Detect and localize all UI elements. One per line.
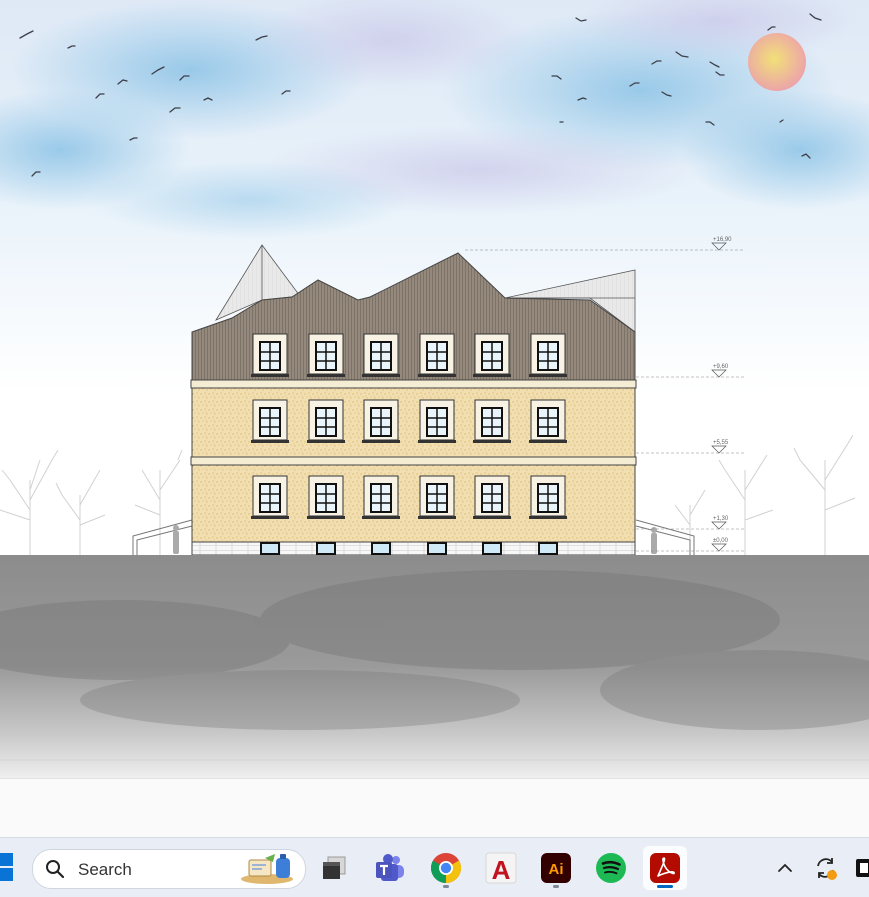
elevation-label: +9,60 (713, 364, 729, 370)
window (473, 475, 511, 519)
teams-button[interactable] (368, 846, 412, 890)
basement-window (316, 542, 336, 555)
basement-window (260, 542, 280, 555)
window (418, 475, 456, 519)
document-viewer[interactable]: +16,90 +9,60 +5,55 +1,30 ±0,00 (0, 0, 869, 778)
elevation-label: +16,90 (713, 237, 732, 243)
chevron-up-icon (778, 863, 792, 872)
window (473, 399, 511, 443)
autocad-icon: A (485, 852, 517, 884)
basement-window (427, 542, 447, 555)
search-label: Search (78, 860, 132, 879)
illustrator-glyph: Ai (549, 861, 564, 878)
sync-icon (817, 858, 837, 880)
window (418, 399, 456, 443)
illustrator-running-indicator (553, 885, 559, 888)
window (418, 333, 456, 377)
illustrator-icon: Ai (541, 853, 571, 883)
tray-app-button[interactable] (854, 856, 869, 880)
window (251, 399, 289, 443)
task-view-icon (323, 856, 346, 879)
windows-logo-icon (0, 853, 13, 881)
basement-window (371, 542, 391, 555)
chrome-running-indicator (443, 885, 449, 888)
search-highlight-icon (241, 854, 293, 884)
window (307, 475, 345, 519)
taskbar: Search A Ai (0, 837, 869, 897)
elevation-label: ±0,00 (713, 538, 729, 544)
window (529, 475, 567, 519)
illustrator-button[interactable]: Ai (534, 846, 578, 890)
window (362, 333, 400, 377)
elevation-label: +1,30 (713, 516, 729, 522)
basement-window (538, 542, 558, 555)
spotify-icon (596, 853, 626, 883)
search-icon (46, 860, 65, 879)
elevation-label: +5,55 (713, 440, 729, 446)
basement-window (482, 542, 502, 555)
spotify-button[interactable] (589, 846, 633, 890)
plinth (191, 541, 636, 556)
sync-status-button[interactable] (812, 854, 840, 882)
acrobat-button[interactable] (643, 846, 687, 890)
cornice-2 (190, 456, 637, 466)
window (251, 333, 289, 377)
building-elevation-drawing: +16,90 +9,60 +5,55 +1,30 ±0,00 (0, 0, 869, 778)
start-button[interactable] (0, 852, 14, 884)
chrome-icon (430, 853, 462, 883)
tray-app-icon (856, 859, 869, 877)
task-view-button[interactable] (312, 846, 356, 890)
window (529, 399, 567, 443)
window (251, 475, 289, 519)
teams-icon (376, 854, 404, 881)
search-input[interactable]: Search (32, 849, 306, 889)
acrobat-icon (650, 853, 680, 883)
autocad-glyph: A (492, 855, 511, 884)
window (307, 333, 345, 377)
window (529, 333, 567, 377)
autocad-button[interactable]: A (479, 846, 523, 890)
window (362, 399, 400, 443)
acrobat-active-indicator (657, 885, 673, 888)
window (362, 475, 400, 519)
window (473, 333, 511, 377)
document-blank-area (0, 778, 869, 838)
chrome-button[interactable] (424, 846, 468, 890)
show-hidden-icons-button[interactable] (772, 856, 798, 880)
sun (748, 33, 806, 91)
window (307, 399, 345, 443)
cornice-1 (190, 379, 637, 389)
